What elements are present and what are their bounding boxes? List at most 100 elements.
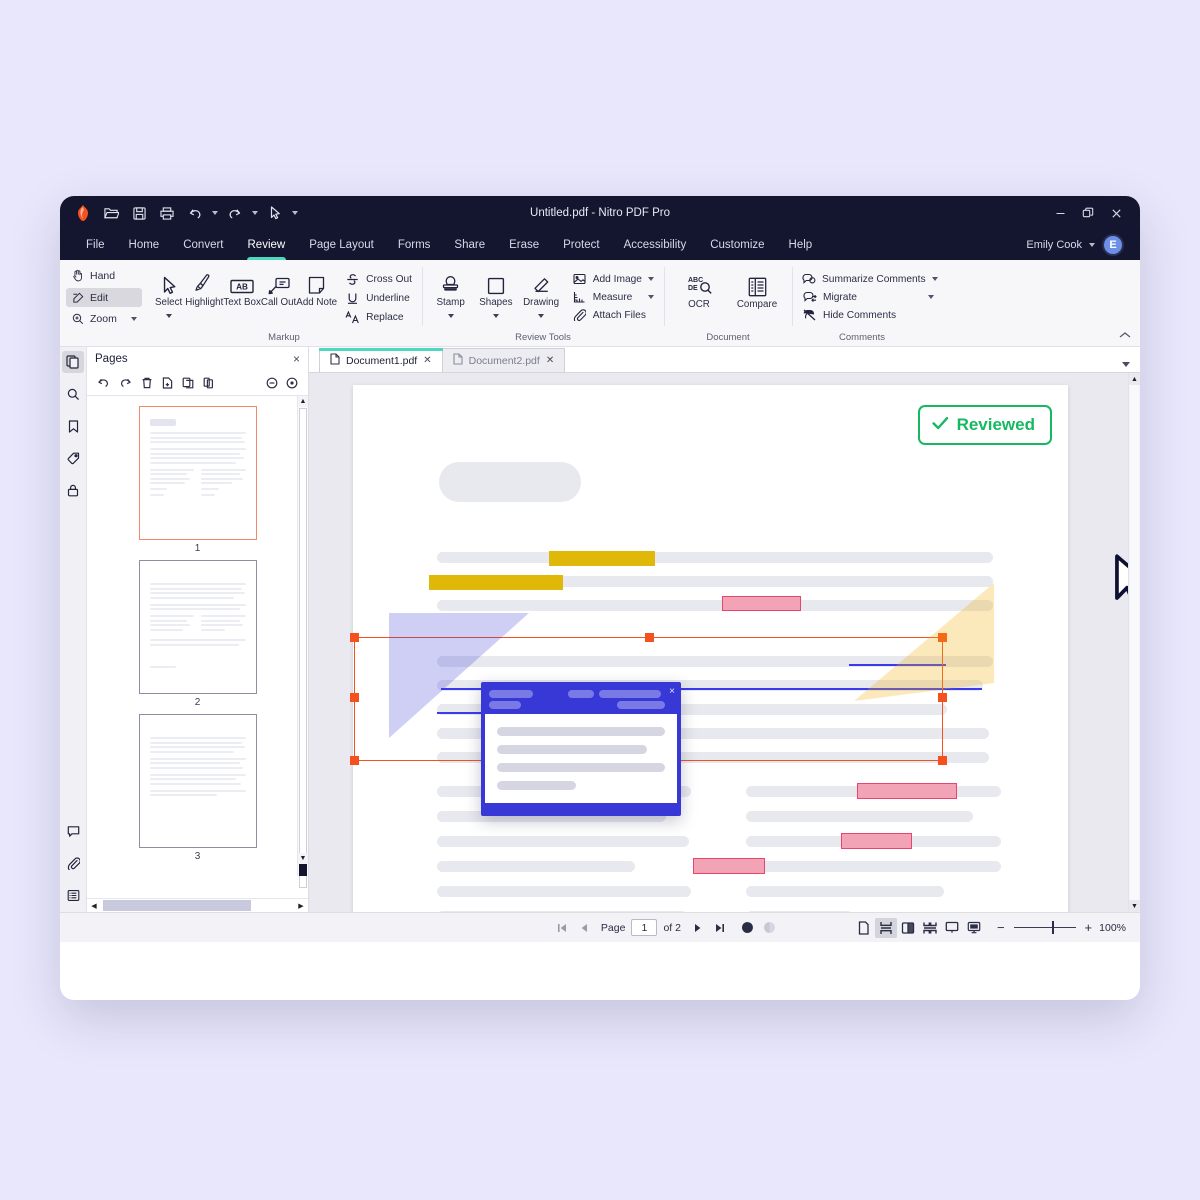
extract-page-icon[interactable] [182,377,194,389]
single-page-icon[interactable] [853,918,875,938]
tool-shapes[interactable]: Shapes [473,265,518,321]
rail-tags-icon[interactable] [62,447,84,469]
chevron-down-icon[interactable] [647,277,654,281]
comment-popup-blue[interactable]: × [481,682,681,816]
tool-hide-comments[interactable]: Hide Comments [802,309,934,321]
rail-pages-icon[interactable] [62,351,84,373]
redo-caret-icon[interactable] [250,211,260,215]
rail-layers-icon[interactable] [62,884,84,906]
thumbnail-page-3[interactable]: 3 [138,714,257,862]
pages-scroll-thumb[interactable] [299,408,307,888]
tool-call-out[interactable]: Call Out [261,265,296,324]
select-tool-icon[interactable] [262,201,288,225]
zoom-in-icon[interactable] [286,377,298,389]
tool-measure[interactable]: Measure [572,291,654,303]
viewer-scroll-track[interactable] [1130,385,1139,900]
thumbnail-page-3-image[interactable] [138,714,257,848]
reader-view-icon[interactable] [963,918,985,938]
tool-stamp[interactable]: Stamp [428,265,473,321]
scroll-up-icon[interactable]: ▲ [1129,373,1140,385]
menu-help[interactable]: Help [777,230,825,260]
menu-convert[interactable]: Convert [171,230,235,260]
selection-handle-top-center[interactable] [645,633,654,642]
select-caret-icon[interactable] [290,211,300,215]
tool-select[interactable]: Select [152,265,185,324]
menu-forms[interactable]: Forms [386,230,443,260]
mode-edit[interactable]: Edit [66,288,142,307]
presentation-icon[interactable] [941,918,963,938]
tab-document1[interactable]: Document1.pdf ✕ [319,348,443,372]
rail-bookmarks-icon[interactable] [62,415,84,437]
status-badge[interactable]: Reviewed [917,405,1052,445]
selection-handle-middle-left[interactable] [350,693,359,702]
contrast-icon[interactable] [737,918,759,938]
menu-protect[interactable]: Protect [551,230,611,260]
chevron-down-icon[interactable] [131,317,137,321]
avatar[interactable]: E [1102,234,1124,256]
tool-migrate[interactable]: Migrate [802,291,934,303]
tool-add-note[interactable]: Add Note [296,265,337,324]
thumbnail-page-1[interactable]: 1 [138,406,257,554]
scroll-up-icon[interactable]: ▲ [298,396,308,407]
minimize-button[interactable] [1046,200,1074,226]
delete-icon[interactable] [141,377,153,389]
continuous-icon[interactable] [874,917,897,938]
chevron-down-icon[interactable] [1089,243,1095,247]
rail-comments-icon[interactable] [62,820,84,842]
thumbnail-page-2-image[interactable] [138,560,257,694]
chevron-down-icon[interactable] [928,295,934,299]
menu-page-layout[interactable]: Page Layout [297,230,386,260]
last-page-icon[interactable] [709,918,731,938]
first-page-icon[interactable] [551,918,573,938]
horizontal-scroll-thumb[interactable] [103,900,251,911]
tab-overflow-chevron-down-icon[interactable] [1122,362,1130,367]
tool-drawing[interactable]: Drawing [518,265,563,321]
selection-handle-bottom-right[interactable] [938,756,947,765]
nitro-logo-icon[interactable] [70,201,96,225]
zoom-out-icon[interactable] [266,377,278,389]
thumbnail-page-1-image[interactable] [138,406,257,540]
print-icon[interactable] [154,201,180,225]
page-input[interactable] [631,919,658,936]
highlight-yellow-2[interactable] [429,575,563,590]
viewer-vertical-scrollbar[interactable]: ▲ ▼ [1128,373,1140,912]
tool-text-box[interactable]: AB Text Box [223,265,261,324]
two-page-icon[interactable] [897,918,919,938]
undo-icon[interactable] [182,201,208,225]
close-icon[interactable]: × [293,352,300,366]
tool-replace[interactable]: Replace [345,311,412,324]
pages-panel-vertical-scrollbar[interactable]: ▲ ▼ [297,396,308,888]
previous-page-icon[interactable] [573,918,595,938]
rail-security-icon[interactable] [62,479,84,501]
menu-customize[interactable]: Customize [698,230,776,260]
open-icon[interactable] [98,201,124,225]
menu-share[interactable]: Share [442,230,497,260]
user-account[interactable]: Emily Cook E [1026,234,1126,256]
rail-search-icon[interactable] [62,383,84,405]
mode-hand[interactable]: Hand [66,266,142,285]
restore-button[interactable] [1074,200,1102,226]
horizontal-scroll-track[interactable] [101,900,294,911]
tab-document1-close-icon[interactable]: ✕ [423,355,431,366]
contrast-alt-icon[interactable] [759,918,781,938]
selection-handle-top-left[interactable] [350,633,359,642]
thumbnail-page-2[interactable]: 2 [138,560,257,708]
tab-document2[interactable]: Document2.pdf ✕ [441,348,566,372]
insert-page-icon[interactable] [162,377,173,389]
rotate-right-icon[interactable] [119,377,132,389]
close-button[interactable] [1102,200,1130,226]
chevron-down-icon[interactable] [931,277,938,281]
tool-compare[interactable]: Compare [731,267,783,311]
mode-zoom[interactable]: Zoom [66,310,142,328]
chevron-down-icon[interactable] [165,313,172,318]
menu-erase[interactable]: Erase [497,230,551,260]
scroll-right-icon[interactable]: ▶ [294,902,308,910]
undo-caret-icon[interactable] [210,211,220,215]
tool-ocr[interactable]: ABC DE OCR [673,267,725,311]
tool-underline[interactable]: Underline [345,292,412,305]
redo-icon[interactable] [222,201,248,225]
tab-document2-close-icon[interactable]: ✕ [546,355,554,366]
scroll-left-icon[interactable]: ◀ [87,902,101,910]
duplicate-page-icon[interactable] [203,377,215,389]
tool-cross-out[interactable]: Cross Out [345,273,412,286]
